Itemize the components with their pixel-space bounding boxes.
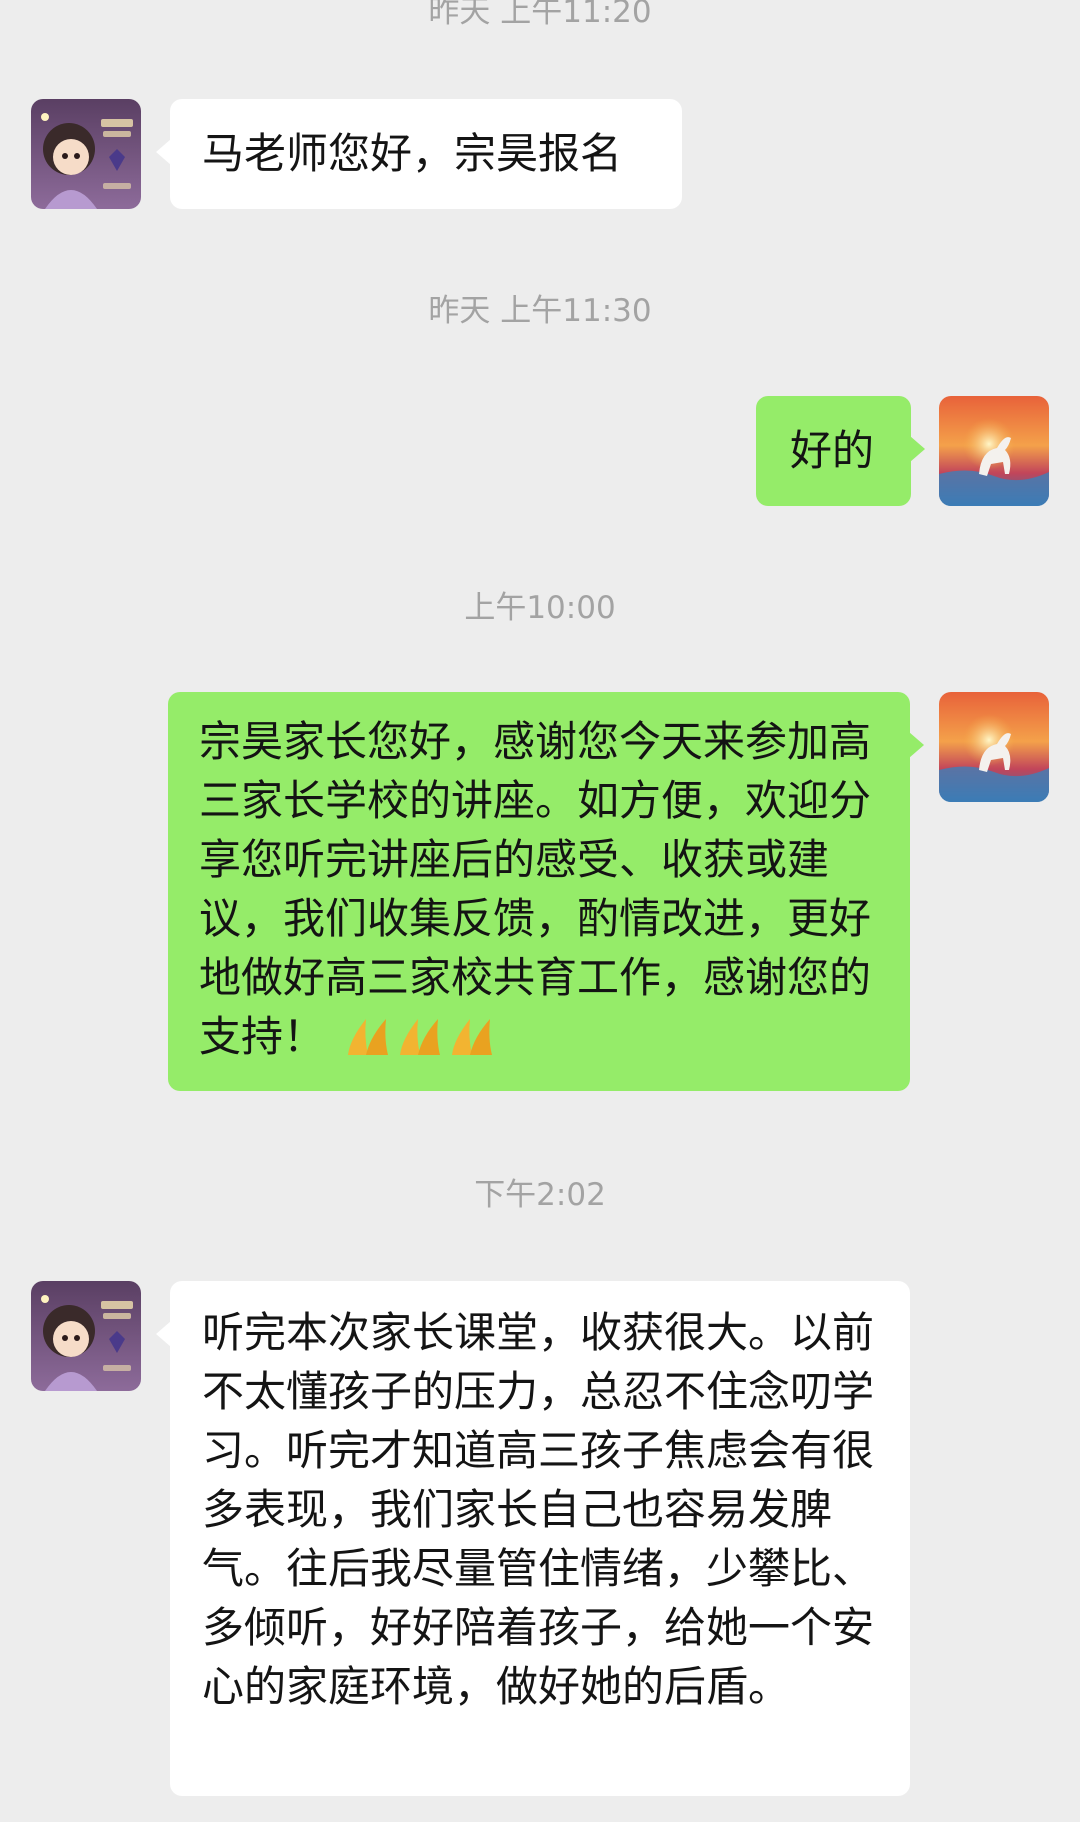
message-bubble-outgoing[interactable]: 好的 xyxy=(756,396,925,506)
contact-avatar[interactable] xyxy=(31,1281,141,1391)
cartoon-girl-icon xyxy=(31,99,141,209)
folded-hands-icon xyxy=(396,1013,442,1072)
timestamp: 下午2:02 xyxy=(474,1177,606,1213)
message-text: 宗昊家长您好，感谢您今天来参加高三家长学校的讲座。如方便，欢迎分享您听完讲座后的… xyxy=(199,717,872,1061)
timestamp: 昨天 上午11:30 xyxy=(428,293,652,329)
white-horse-icon xyxy=(939,692,1049,802)
folded-hands-icon xyxy=(448,1013,494,1072)
my-avatar[interactable] xyxy=(939,692,1049,802)
white-horse-icon xyxy=(939,396,1049,506)
my-avatar[interactable] xyxy=(939,396,1049,506)
contact-avatar[interactable] xyxy=(31,99,141,209)
message-bubble-incoming[interactable]: 听完本次家长课堂，收获很大。以前不太懂孩子的压力，总忍不住念叨学习。听完才知道高… xyxy=(156,1281,910,1796)
message-text: 好的 xyxy=(790,426,875,475)
message-bubble-outgoing[interactable]: 宗昊家长您好，感谢您今天来参加高三家长学校的讲座。如方便，欢迎分享您听完讲座后的… xyxy=(168,692,924,1091)
cartoon-girl-icon xyxy=(31,1281,141,1391)
message-text: 听完本次家长课堂，收获很大。以前不太懂孩子的压力，总忍不住念叨学习。听完才知道高… xyxy=(202,1308,875,1711)
timestamp: 昨天 上午11:20 xyxy=(428,0,652,30)
folded-hands-icon xyxy=(344,1013,390,1072)
message-bubble-incoming[interactable]: 马老师您好，宗昊报名 xyxy=(156,99,682,209)
timestamp: 上午10:00 xyxy=(464,590,616,626)
message-text: 马老师您好，宗昊报名 xyxy=(202,129,623,178)
